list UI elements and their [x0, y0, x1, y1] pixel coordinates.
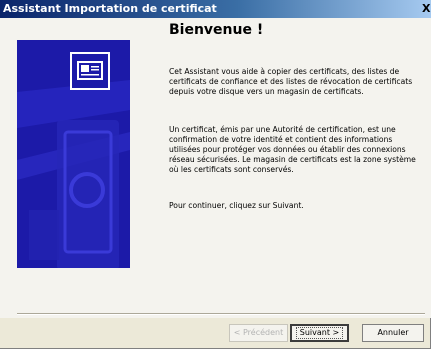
next-button[interactable]: Suivant > [290, 324, 349, 342]
window-title: Assistant Importation de certificat [3, 2, 217, 15]
cancel-button[interactable]: Annuler [362, 324, 424, 342]
intro-paragraph: Cet Assistant vous aide à copier des cer… [169, 67, 413, 96]
previous-button[interactable]: < Précédent [229, 324, 288, 342]
wizard-window: Assistant Importation de certificat X Bi… [0, 0, 431, 349]
page-title: Bienvenue ! [169, 22, 264, 38]
footer-separator [17, 313, 425, 315]
close-icon[interactable]: X [422, 2, 431, 16]
title-bar[interactable]: Assistant Importation de certificat X [0, 0, 431, 18]
certificate-description: Un certificat, émis par une Autorité de … [169, 125, 416, 174]
wizard-side-panel [17, 40, 130, 268]
next-button-label: Suivant > [295, 327, 344, 339]
continue-instruction: Pour continuer, cliquez sur Suivant. [169, 201, 304, 210]
certificate-icon [70, 52, 110, 90]
